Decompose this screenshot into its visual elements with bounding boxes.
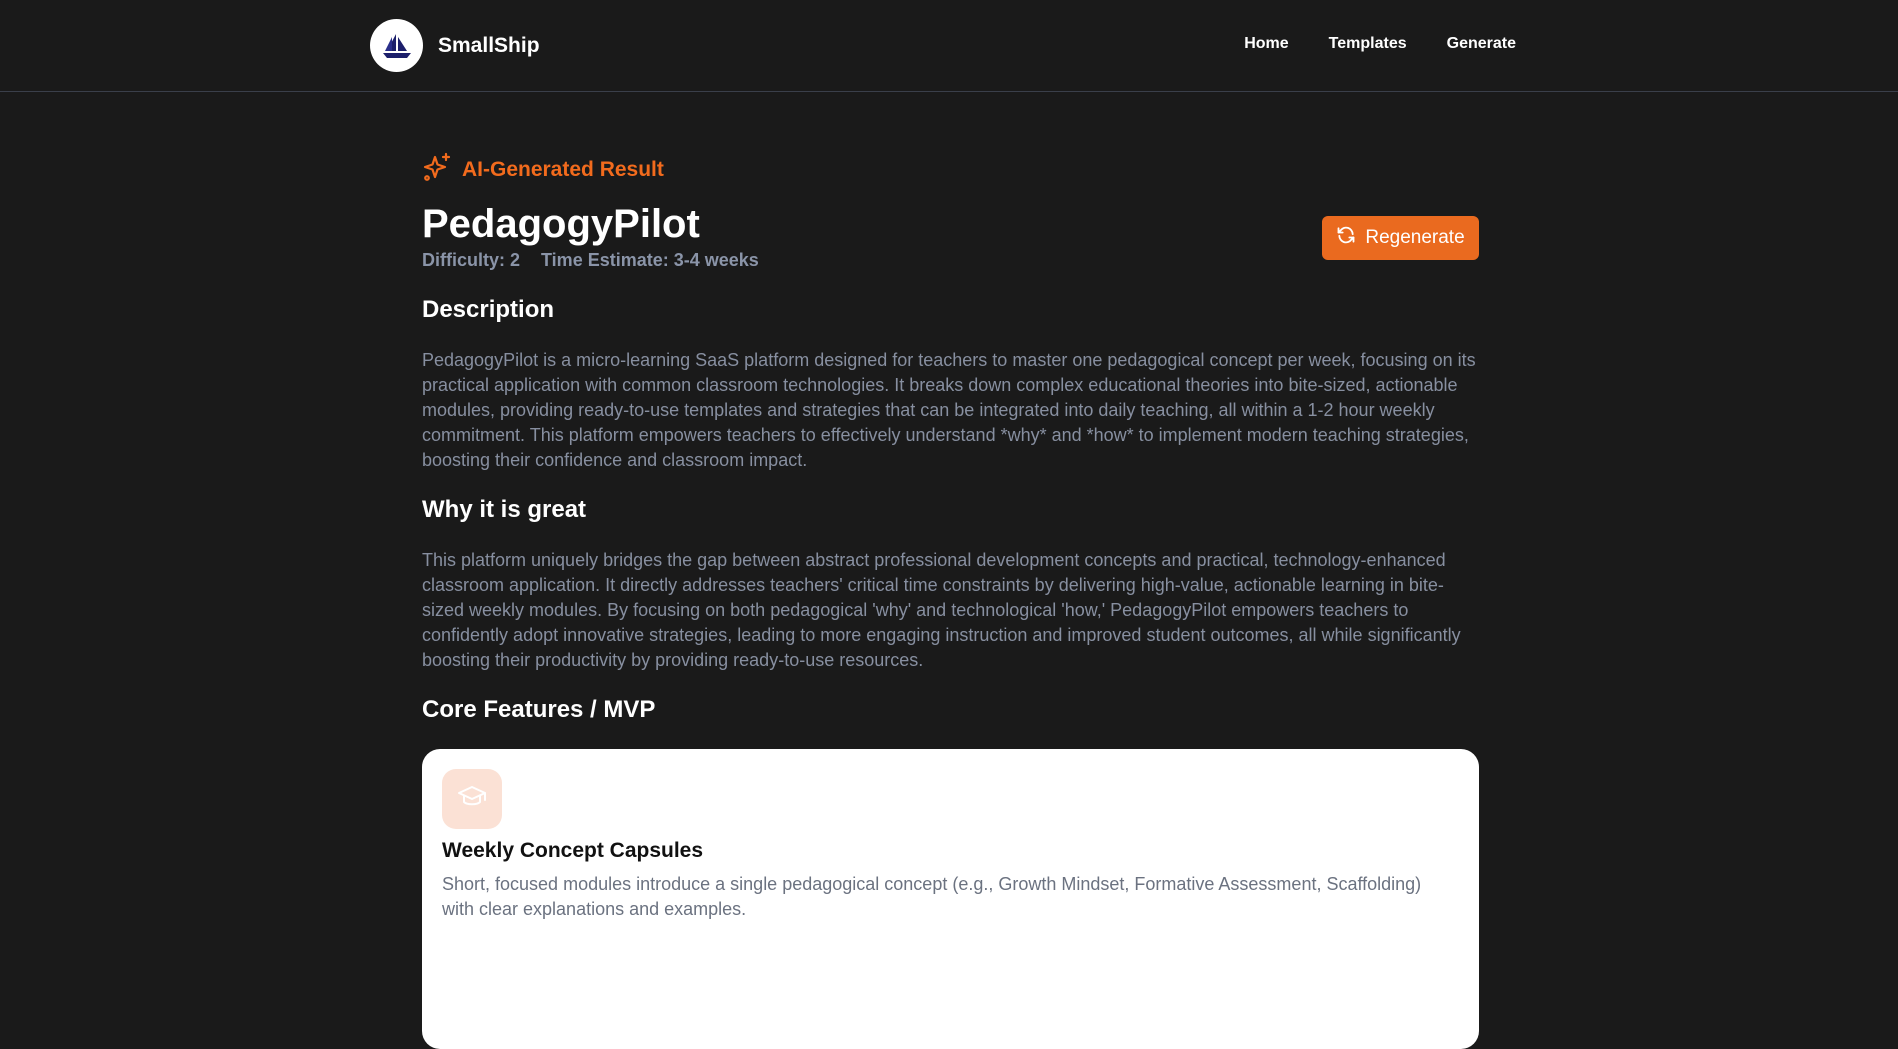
description-heading: Description — [422, 296, 555, 323]
regenerate-button[interactable]: Regenerate — [1322, 216, 1479, 260]
core-features-heading: Core Features / MVP — [422, 696, 656, 723]
feature-icon-tile — [442, 769, 502, 829]
why-great-heading: Why it is great — [422, 496, 587, 523]
feature-card: Weekly Concept Capsules Short, focused m… — [422, 749, 1479, 1049]
main-nav: Home Templates Generate — [1244, 35, 1516, 53]
ai-generated-text: AI-Generated Result — [462, 158, 664, 181]
nav-templates[interactable]: Templates — [1329, 35, 1407, 53]
graduation-cap-icon — [457, 784, 487, 815]
time-estimate-text: Time Estimate: 3-4 weeks — [541, 250, 759, 270]
why-great-text: This platform uniquely bridges the gap b… — [422, 550, 1461, 670]
description-text: PedagogyPilot is a micro-learning SaaS p… — [422, 350, 1476, 470]
ship-icon — [370, 19, 423, 72]
sparkles-icon — [422, 152, 452, 188]
feature-title: Weekly Concept Capsules — [442, 839, 704, 862]
top-navbar: SmallShip Home Templates Generate — [0, 0, 1898, 92]
regenerate-label: Regenerate — [1365, 227, 1465, 248]
ai-generated-label: AI-Generated Result — [422, 152, 664, 188]
nav-generate[interactable]: Generate — [1447, 35, 1516, 53]
brand-name: SmallShip — [438, 33, 540, 57]
nav-home[interactable]: Home — [1244, 35, 1288, 53]
difficulty-text: Difficulty: 2 — [422, 250, 521, 270]
refresh-icon — [1336, 225, 1356, 251]
page-title: PedagogyPilot — [422, 202, 700, 246]
feature-description: Short, focused modules introduce a singl… — [442, 874, 1422, 919]
result-meta: Difficulty: 2 Time Estimate: 3-4 weeks — [422, 250, 759, 271]
brand[interactable]: SmallShip — [370, 19, 540, 72]
